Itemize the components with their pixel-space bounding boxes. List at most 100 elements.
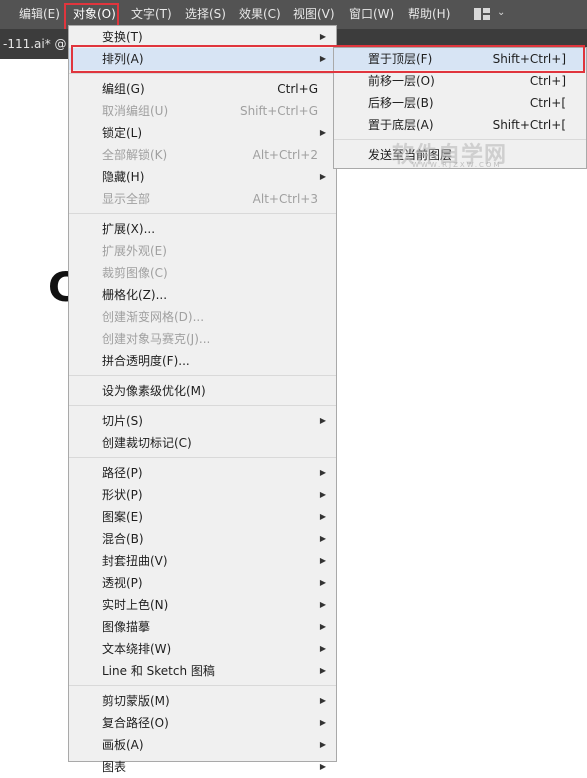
object-menu-item[interactable]: 文本绕排(W) ▶ [69, 638, 336, 660]
object-menu-item[interactable]: 栅格化(Z)... [69, 284, 336, 306]
menu-item-label: 取消编组(U) [102, 104, 169, 118]
workspace-grid-icon[interactable] [474, 8, 490, 20]
submenu-arrow-icon: ▶ [319, 666, 326, 675]
menu-item-label: 创建对象马赛克(J)... [102, 332, 211, 346]
menu-separator [69, 73, 336, 74]
menu-item-label: 图表 [102, 760, 127, 774]
arrange-submenu-item[interactable]: 后移一层(B) Ctrl+[ [334, 92, 586, 114]
object-menu-item[interactable]: 图表 ▶ [69, 756, 336, 778]
object-menu-item: 创建对象马赛克(J)... [69, 328, 336, 350]
object-menu-item[interactable]: 排列(A) ▶ [69, 48, 336, 70]
menu-item-label: 透视(P) [102, 576, 143, 590]
menu-item-label: 形状(P) [102, 488, 143, 502]
object-menu-item[interactable]: 混合(B) ▶ [69, 528, 336, 550]
menu-item-label: 全部解锁(K) [102, 148, 168, 162]
menu-item-label: 实时上色(N) [102, 598, 169, 612]
menu-item-label: 锁定(L) [102, 126, 143, 140]
object-menu-item[interactable]: 扩展(X)... [69, 218, 336, 240]
object-menu-item[interactable]: 变换(T) ▶ [69, 26, 336, 48]
menu-edit[interactable]: 编辑(E) [19, 0, 60, 29]
submenu-arrow-icon: ▶ [319, 32, 326, 41]
submenu-arrow-icon: ▶ [319, 696, 326, 705]
menu-item-label: 设为像素级优化(M) [102, 384, 206, 398]
object-menu-item[interactable]: 图像描摹 ▶ [69, 616, 336, 638]
object-menu-item[interactable]: 切片(S) ▶ [69, 410, 336, 432]
menu-item-label: 裁剪图像(C) [102, 266, 168, 280]
object-menu-item[interactable]: 拼合透明度(F)... [69, 350, 336, 372]
object-menu: 变换(T) ▶ 排列(A) ▶ 编组(G) Ctrl+G 取消编组(U) Shift+Ctrl… [68, 25, 337, 774]
submenu-arrow-icon: ▶ [319, 490, 326, 499]
object-menu-item[interactable]: 画板(A) ▶ [69, 734, 336, 756]
menu-item-label: 置于底层(A) [368, 118, 434, 132]
menu-item-label: 置于顶层(F) [368, 52, 433, 66]
object-menu-item: 显示全部 Alt+Ctrl+3 [69, 188, 336, 210]
arrange-submenu-item[interactable]: 置于顶层(F) Shift+Ctrl+] [334, 48, 586, 70]
submenu-arrow-icon: ▶ [319, 740, 326, 749]
object-menu-item[interactable]: 复合路径(O) ▶ [69, 712, 336, 734]
menu-item-shortcut: Ctrl+[ [529, 96, 566, 110]
object-menu-item[interactable]: Line 和 Sketch 图稿 ▶ [69, 660, 336, 682]
arrange-submenu-item[interactable]: 前移一层(O) Ctrl+] [334, 70, 586, 92]
menu-item-label: 栅格化(Z)... [102, 288, 168, 302]
menu-separator [69, 457, 336, 458]
object-menu-item[interactable]: 锁定(L) ▶ [69, 122, 336, 144]
menu-item-label: 路径(P) [102, 466, 143, 480]
menu-item-label: 后移一层(B) [368, 96, 434, 110]
menu-item-label: 切片(S) [102, 414, 143, 428]
menu-item-label: 隐藏(H) [102, 170, 145, 184]
menu-item-shortcut: Shift+Ctrl+G [239, 104, 318, 118]
object-menu-item[interactable]: 透视(P) ▶ [69, 572, 336, 594]
object-menu-item[interactable]: 图案(E) ▶ [69, 506, 336, 528]
submenu-arrow-icon: ▶ [319, 416, 326, 425]
object-menu-item[interactable]: 编组(G) Ctrl+G [69, 78, 336, 100]
menu-item-label: 文本绕排(W) [102, 642, 172, 656]
menu-item-shortcut: Alt+Ctrl+3 [252, 192, 318, 206]
submenu-arrow-icon: ▶ [319, 128, 326, 137]
submenu-arrow-icon: ▶ [319, 718, 326, 727]
menu-item-label: 变换(T) [102, 30, 143, 44]
watermark-url: WWW.RJZXW.COM [412, 161, 502, 169]
submenu-arrow-icon: ▶ [319, 512, 326, 521]
submenu-arrow-icon: ▶ [319, 600, 326, 609]
submenu-arrow-icon: ▶ [319, 54, 326, 63]
submenu-arrow-icon: ▶ [319, 762, 326, 771]
menu-item-shortcut: Shift+Ctrl+[ [492, 118, 566, 132]
document-tab[interactable]: -111.ai* @ 4 [0, 29, 78, 59]
object-menu-item[interactable]: 实时上色(N) ▶ [69, 594, 336, 616]
object-menu-item[interactable]: 设为像素级优化(M) [69, 380, 336, 402]
submenu-arrow-icon: ▶ [319, 622, 326, 631]
menu-item-shortcut: Shift+Ctrl+] [492, 52, 566, 66]
submenu-arrow-icon: ▶ [319, 644, 326, 653]
menu-item-label: 扩展(X)... [102, 222, 156, 236]
object-menu-item[interactable]: 封套扭曲(V) ▶ [69, 550, 336, 572]
menu-window[interactable]: 窗口(W) [349, 0, 394, 29]
menu-separator [69, 213, 336, 214]
menu-item-label: 复合路径(O) [102, 716, 169, 730]
menu-separator [69, 685, 336, 686]
menu-item-label: 编组(G) [102, 82, 145, 96]
menu-item-label: 前移一层(O) [368, 74, 435, 88]
chevron-down-icon[interactable]: ⌄ [497, 7, 505, 18]
menu-item-shortcut: Ctrl+G [277, 82, 318, 96]
submenu-arrow-icon: ▶ [319, 172, 326, 181]
menu-item-label: 创建渐变网格(D)... [102, 310, 205, 324]
object-menu-item[interactable]: 隐藏(H) ▶ [69, 166, 336, 188]
object-menu-item[interactable]: 形状(P) ▶ [69, 484, 336, 506]
menu-item-label: 画板(A) [102, 738, 144, 752]
menu-help[interactable]: 帮助(H) [408, 0, 450, 29]
submenu-arrow-icon: ▶ [319, 534, 326, 543]
arrange-submenu-item[interactable]: 置于底层(A) Shift+Ctrl+[ [334, 114, 586, 136]
menu-item-label: 扩展外观(E) [102, 244, 167, 258]
menu-item-label: 混合(B) [102, 532, 144, 546]
menu-item-label: 排列(A) [102, 52, 144, 66]
menu-separator [69, 375, 336, 376]
menu-item-shortcut: Ctrl+] [529, 74, 566, 88]
object-menu-item[interactable]: 路径(P) ▶ [69, 462, 336, 484]
object-menu-item: 取消编组(U) Shift+Ctrl+G [69, 100, 336, 122]
menu-item-label: 封套扭曲(V) [102, 554, 168, 568]
object-menu-item: 全部解锁(K) Alt+Ctrl+2 [69, 144, 336, 166]
object-menu-item[interactable]: 剪切蒙版(M) ▶ [69, 690, 336, 712]
menu-item-label: 创建裁切标记(C) [102, 436, 192, 450]
object-menu-item[interactable]: 创建裁切标记(C) [69, 432, 336, 454]
menu-item-label: 显示全部 [102, 192, 151, 206]
